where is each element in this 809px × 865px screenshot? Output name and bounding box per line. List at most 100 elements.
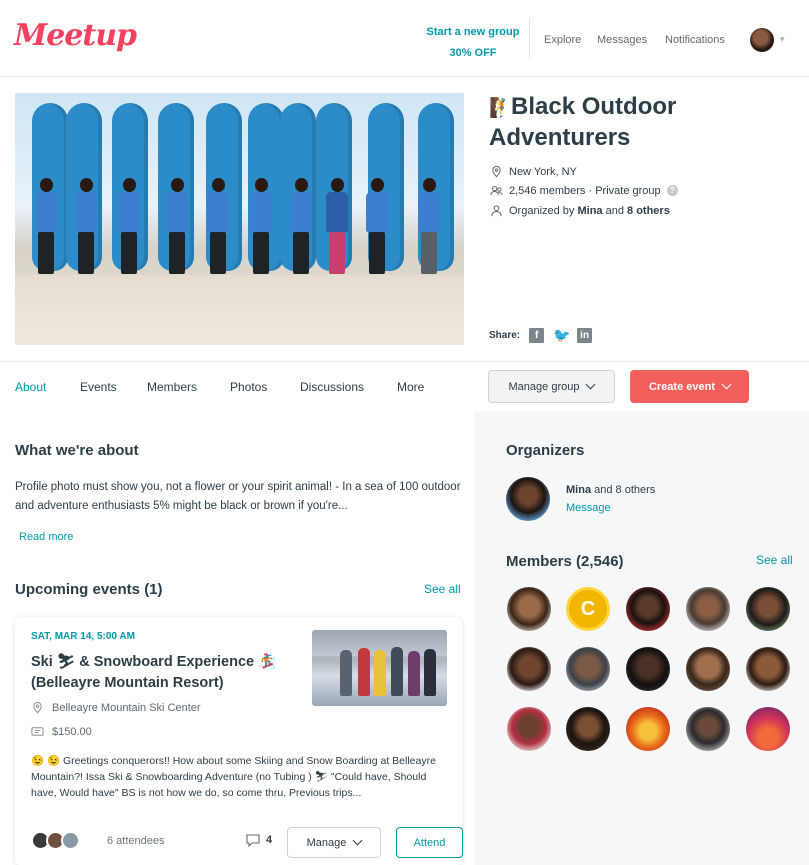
start-group-promo-link[interactable]: Start a new group 30% OFF (418, 22, 528, 64)
member-avatar[interactable] (626, 647, 670, 691)
person-icon (491, 205, 502, 217)
event-title[interactable]: Ski ⛷ & Snowboard Experience 🏂 (Belleayr… (31, 652, 306, 694)
attendee-avatar[interactable] (61, 831, 80, 850)
organizer-name: Mina and 8 others (566, 484, 655, 496)
member-avatar[interactable] (686, 587, 730, 631)
chevron-down-icon (586, 379, 596, 390)
member-avatar[interactable] (507, 587, 551, 631)
create-event-button[interactable]: Create event (630, 370, 749, 403)
ticket-icon (31, 727, 44, 736)
organizers-heading: Organizers (506, 442, 585, 459)
member-avatar[interactable]: C (566, 587, 610, 631)
group-members-privacy: 2,546 members · Private group ? (490, 184, 678, 197)
meetup-logo[interactable]: Meetup (14, 18, 137, 53)
event-venue: Belleayre Mountain Ski Center (31, 701, 201, 714)
share-label: Share: (489, 330, 521, 341)
tab-events[interactable]: Events (80, 380, 117, 394)
event-date: SAT, MAR 14, 5:00 AM (31, 631, 135, 642)
tab-more[interactable]: More (397, 380, 424, 394)
member-avatar[interactable] (507, 647, 551, 691)
members-icon (490, 185, 503, 196)
tab-photos[interactable]: Photos (230, 380, 267, 394)
twitter-icon[interactable]: 🐦 (553, 328, 570, 343)
price-text: $150.00 (52, 725, 92, 738)
nav-notifications[interactable]: Notifications (665, 34, 725, 46)
comments-number: 4 (266, 834, 273, 846)
organized-prefix: Organized by (509, 204, 578, 217)
nav-messages[interactable]: Messages (597, 34, 647, 46)
event-price: $150.00 (31, 725, 92, 738)
tab-about[interactable]: About (15, 380, 46, 394)
members-heading: Members (2,546) (506, 553, 624, 570)
person (416, 178, 442, 278)
attend-button[interactable]: Attend (396, 827, 463, 858)
event-footer: 6 attendees 4 Manage Attend (31, 822, 463, 858)
hiker-emoji-icon: 🧗 (489, 98, 513, 119)
about-description: Profile photo must show you, not a flowe… (15, 481, 461, 512)
chevron-down-icon (721, 379, 732, 390)
promo-line-2: 30% OFF (449, 47, 497, 59)
location-pin-icon (492, 165, 501, 178)
comments-count[interactable]: 4 (245, 833, 272, 847)
member-avatar[interactable] (566, 647, 610, 691)
linkedin-icon[interactable]: in (577, 328, 593, 343)
member-avatar[interactable] (507, 707, 551, 751)
organizer-name-bold[interactable]: Mina (566, 484, 591, 496)
organizers-others-link[interactable]: 8 others (627, 205, 670, 217)
person (364, 178, 390, 278)
members-privacy-text: 2,546 members · Private group (509, 184, 661, 197)
user-avatar[interactable] (750, 28, 774, 52)
organizer-others: and 8 others (591, 484, 656, 496)
person (205, 178, 231, 278)
comment-icon (246, 834, 260, 847)
member-avatar[interactable] (746, 587, 790, 631)
attendees-count[interactable]: 6 attendees (107, 835, 165, 847)
member-avatar[interactable] (746, 647, 790, 691)
location-text: New York, NY (509, 165, 577, 178)
person (73, 178, 99, 278)
top-nav-bar: Meetup Start a new group 30% OFF Explore… (0, 0, 809, 77)
tab-discussions[interactable]: Discussions (300, 380, 364, 394)
read-more-link[interactable]: Read more (19, 531, 73, 543)
manage-label: Manage (306, 836, 347, 849)
events-see-all-link[interactable]: See all (424, 582, 461, 596)
member-avatar[interactable] (686, 707, 730, 751)
event-description: 😉 😉 Greetings conquerors!! How about som… (31, 755, 436, 799)
person (33, 178, 59, 278)
chevron-down-icon (352, 835, 363, 846)
group-organized-by: Organized by Mina and 8 others (490, 204, 670, 217)
member-avatar[interactable] (746, 707, 790, 751)
member-avatar[interactable] (686, 647, 730, 691)
nav-explore[interactable]: Explore (544, 34, 581, 46)
help-icon[interactable]: ? (666, 185, 678, 196)
members-see-all-link[interactable]: See all (756, 553, 793, 567)
about-heading: What we're about (15, 442, 139, 459)
organized-by-text: Organized by Mina and 8 others (509, 205, 670, 217)
event-manage-button[interactable]: Manage (287, 827, 381, 858)
organizer-avatar[interactable] (506, 477, 550, 521)
location-pin-icon (33, 701, 42, 714)
person (288, 178, 314, 278)
event-card[interactable]: SAT, MAR 14, 5:00 AM Ski ⛷ & Snowboard E… (15, 617, 463, 865)
event-photo (312, 630, 447, 706)
upcoming-events-heading: Upcoming events (1) (15, 581, 163, 598)
facebook-icon[interactable]: f (529, 328, 545, 343)
group-name: Black Outdoor Adventurers (489, 93, 677, 151)
beach-sand (15, 275, 464, 345)
organizer-name-link[interactable]: Mina (577, 205, 602, 217)
share-row: Share: f 🐦 in (489, 328, 593, 343)
promo-line-1: Start a new group (426, 26, 520, 38)
manage-group-button[interactable]: Manage group (488, 370, 615, 403)
message-organizer-link[interactable]: Message (566, 502, 611, 514)
group-tab-bar: About Events Members Photos Discussions … (0, 361, 809, 411)
person (324, 178, 350, 278)
member-avatar[interactable] (566, 707, 610, 751)
tab-members[interactable]: Members (147, 380, 197, 394)
organized-and: and (602, 204, 628, 217)
member-avatar[interactable] (626, 707, 670, 751)
create-event-label: Create event (648, 380, 716, 393)
member-avatar[interactable] (626, 587, 670, 631)
manage-group-label: Manage group (508, 380, 580, 393)
venue-text: Belleayre Mountain Ski Center (52, 701, 201, 714)
chevron-down-icon[interactable]: ▾ (780, 34, 785, 45)
